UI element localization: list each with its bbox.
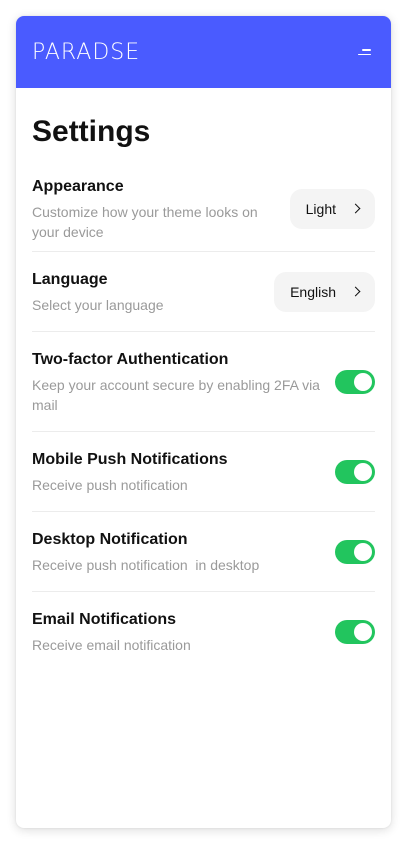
setting-description: Receive email notification: [32, 637, 191, 653]
setting-row-email-notifications: Email Notifications Receive email notifi…: [32, 592, 375, 672]
hamburger-menu-icon[interactable]: [355, 45, 371, 59]
appearance-value: Light: [305, 200, 336, 217]
desktop-notification-toggle[interactable]: [335, 539, 375, 564]
toggle-knob: [354, 462, 372, 481]
setting-title: Mobile Push Notifications: [32, 450, 228, 468]
toggle-knob: [354, 623, 372, 641]
chevron-right-icon: [350, 203, 361, 214]
page-title: Settings: [32, 115, 151, 148]
setting-description: Receive push notification: [32, 476, 188, 493]
setting-title: Two-factor Authentication: [32, 350, 229, 368]
setting-title: Email Notifications: [32, 611, 177, 628]
settings-main: Settings Appearance Customize how your t…: [16, 88, 391, 672]
language-value: English: [290, 283, 336, 300]
settings-list: Appearance Customize how your theme look…: [32, 166, 375, 672]
setting-row-two-factor: Two-factor Authentication Keep your acco…: [32, 332, 375, 432]
chevron-right-icon: [350, 286, 361, 297]
setting-title: Desktop Notification: [32, 530, 188, 548]
setting-row-desktop-notification: Desktop Notification Receive push notifi…: [32, 512, 375, 592]
setting-description: Customize how your theme looks on your d…: [32, 203, 258, 240]
appearance-select-button[interactable]: Light: [289, 188, 375, 229]
email-notifications-toggle[interactable]: [335, 620, 375, 644]
setting-row-mobile-push: Mobile Push Notifications Receive push n…: [32, 432, 375, 512]
settings-card: PARADSE Settings Appearance Customize ho…: [16, 16, 391, 828]
two-factor-toggle[interactable]: [335, 369, 375, 394]
app-header: PARADSE: [16, 16, 391, 88]
setting-title: Appearance: [32, 177, 124, 195]
mobile-push-toggle[interactable]: [335, 459, 375, 484]
setting-row-language: Language Select your language English: [32, 252, 375, 332]
setting-description: Select your language: [32, 296, 164, 313]
setting-title: Language: [32, 270, 108, 288]
setting-row-appearance: Appearance Customize how your theme look…: [32, 166, 375, 252]
setting-description: Keep your account secure by enabling 2FA…: [32, 376, 320, 413]
toggle-knob: [354, 372, 372, 391]
setting-description: Receive push notification in desktop: [32, 556, 260, 573]
language-select-button[interactable]: English: [274, 271, 375, 312]
toggle-knob: [354, 542, 372, 561]
brand-logo[interactable]: PARADSE: [32, 40, 140, 65]
